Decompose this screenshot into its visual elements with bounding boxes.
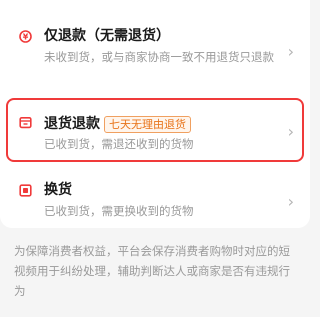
chevron-right-icon: ›: [287, 122, 294, 141]
seven-day-return-tag: 七天无理由退货: [104, 115, 191, 133]
option-refund-only[interactable]: ¥ 仅退款（无需退货） 未收到货，或与商家协商一致不用退货只退款 ›: [6, 26, 304, 88]
refund-type-card: ¥ 仅退款（无需退货） 未收到货，或与商家协商一致不用退货只退款 › 退货退款 …: [0, 0, 310, 228]
refund-coin-icon: ¥: [19, 30, 32, 43]
option-return-refund[interactable]: 退货退款 七天无理由退货 已收到货，需退还收到的货物 ›: [6, 98, 304, 162]
option-exchange[interactable]: 换货 已收到货，需更换收到的货物 ›: [6, 180, 304, 224]
svg-text:¥: ¥: [23, 33, 29, 42]
option-title-row: 仅退款（无需退货）: [44, 26, 170, 46]
option-title: 仅退款（无需退货）: [44, 28, 170, 44]
chevron-right-icon: ›: [287, 42, 294, 61]
option-desc: 未收到货，或与商家协商一致不用退货只退款: [44, 50, 274, 64]
chevron-right-icon: ›: [287, 192, 294, 211]
option-title-row: 换货: [44, 180, 72, 200]
option-title-row: 退货退款 七天无理由退货: [44, 114, 191, 134]
privacy-note: 为保障消费者权益，平台会保存消费者购物时对应的短视频用于纠纷处理，辅助判断达人或…: [14, 244, 290, 298]
option-desc: 已收到货，需退还收到的货物: [44, 137, 194, 151]
option-title: 退货退款: [44, 116, 100, 132]
option-title: 换货: [44, 182, 72, 198]
return-box-icon: [19, 116, 32, 129]
option-desc: 已收到货，需更换收到的货物: [44, 204, 194, 218]
exchange-icon: [19, 184, 32, 197]
